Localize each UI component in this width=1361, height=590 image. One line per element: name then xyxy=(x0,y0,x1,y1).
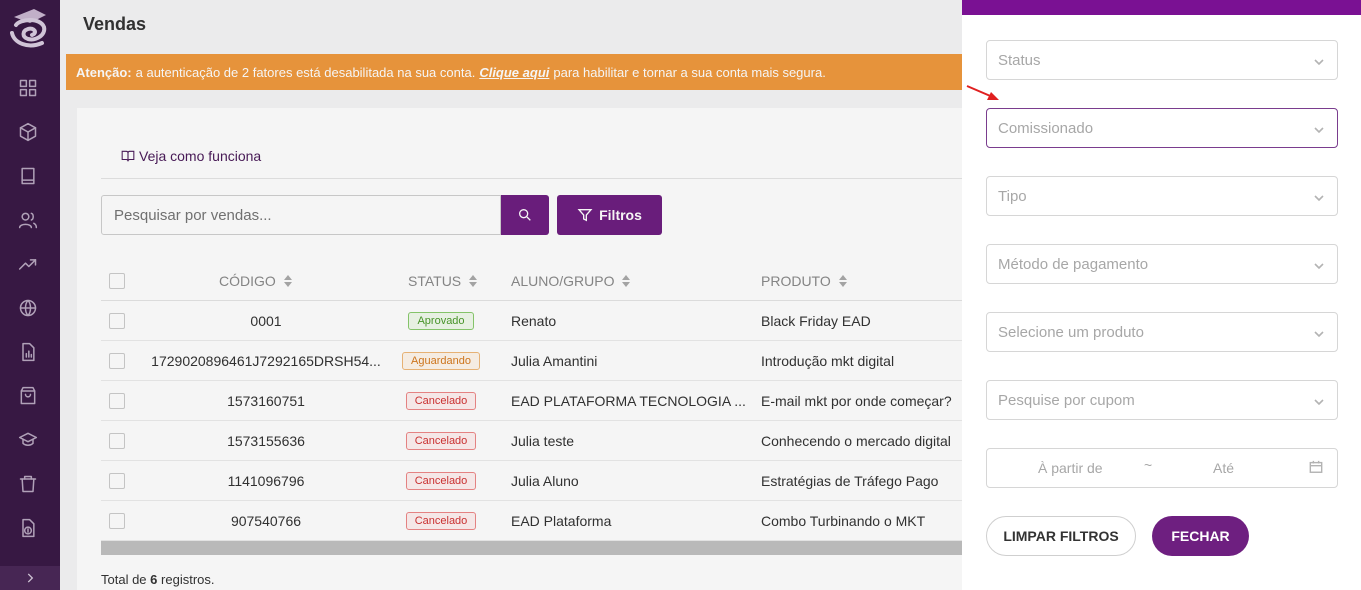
status-select[interactable]: Status xyxy=(986,40,1338,80)
close-button[interactable]: FECHAR xyxy=(1152,516,1249,556)
chevron-down-icon xyxy=(1313,191,1325,203)
panel-top-bar xyxy=(962,0,1361,15)
tipo-select[interactable]: Tipo xyxy=(986,176,1338,216)
date-separator: ~ xyxy=(1144,457,1153,473)
modal-overlay[interactable] xyxy=(0,0,962,590)
chevron-down-icon xyxy=(1313,123,1325,135)
red-arrow-annotation xyxy=(966,85,999,100)
product-select[interactable]: Selecione um produto xyxy=(986,312,1338,352)
chevron-down-icon xyxy=(1313,55,1325,67)
comissionado-select[interactable]: Comissionado xyxy=(986,108,1338,148)
chevron-down-icon xyxy=(1313,327,1325,339)
calendar-icon xyxy=(1309,460,1325,476)
payment-method-select[interactable]: Método de pagamento xyxy=(986,244,1338,284)
clear-filters-button[interactable]: LIMPAR FILTROS xyxy=(986,516,1136,556)
chevron-down-icon xyxy=(1313,259,1325,271)
filter-panel: Status Comissionado Tipo Método de pagam… xyxy=(962,0,1361,590)
date-range-picker[interactable]: À partir de ~ Até xyxy=(986,448,1338,488)
date-to[interactable]: Até xyxy=(1213,460,1234,476)
coupon-select[interactable]: Pesquise por cupom xyxy=(986,380,1338,420)
date-from[interactable]: À partir de xyxy=(1038,460,1103,476)
chevron-down-icon xyxy=(1313,395,1325,407)
